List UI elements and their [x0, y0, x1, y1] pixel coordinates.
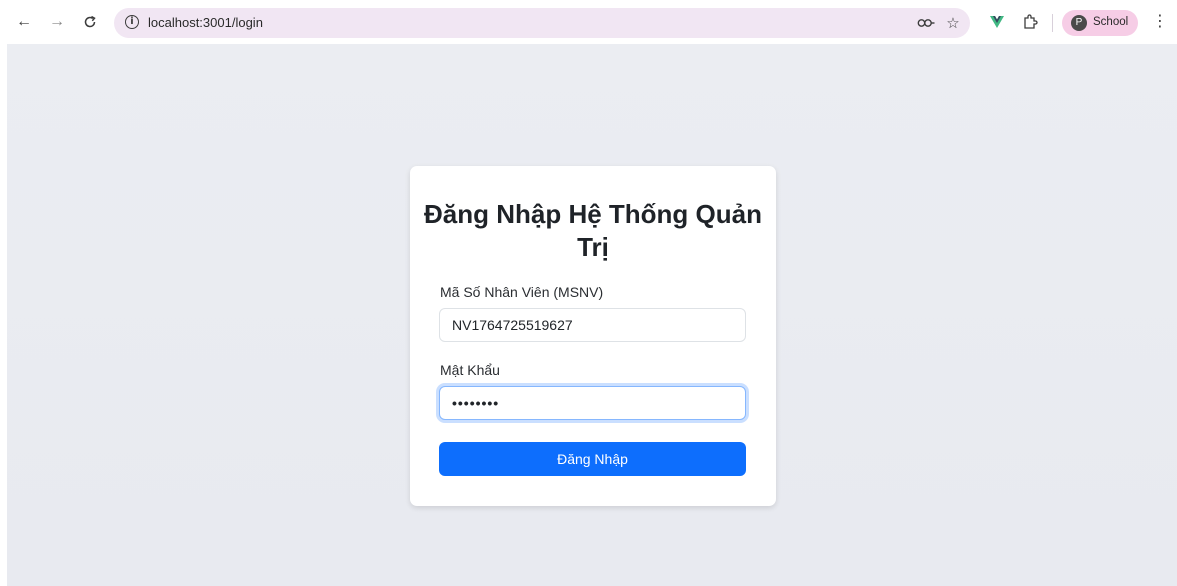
profile-button[interactable]: P School: [1062, 10, 1138, 36]
employee-id-label: Mã Số Nhân Viên (MSNV): [440, 284, 604, 300]
login-button[interactable]: Đăng Nhập: [439, 442, 746, 476]
browser-toolbar: ← → i localhost:3001/login ☆ P School ⋮: [0, 0, 1177, 44]
forward-arrow-icon[interactable]: →: [45, 10, 69, 34]
star-icon[interactable]: ☆: [943, 14, 963, 32]
page-viewport: Đăng Nhập Hệ Thống Quản Trị Mã Số Nhân V…: [7, 44, 1177, 586]
password-value: ••••••••: [452, 395, 500, 411]
employee-id-input[interactable]: NV1764725519627: [439, 308, 746, 342]
back-arrow-icon[interactable]: ←: [12, 10, 36, 34]
info-icon[interactable]: i: [125, 15, 139, 29]
url-text[interactable]: localhost:3001/login: [148, 15, 263, 30]
toolbar-divider: [1052, 14, 1053, 32]
vue-icon[interactable]: [986, 11, 1008, 33]
profile-name: School: [1093, 16, 1129, 28]
login-card: Đăng Nhập Hệ Thống Quản Trị Mã Số Nhân V…: [410, 166, 776, 506]
kebab-menu-icon[interactable]: ⋮: [1150, 11, 1170, 33]
reload-icon[interactable]: [78, 10, 102, 34]
address-bar[interactable]: i localhost:3001/login ☆: [114, 8, 970, 38]
password-label: Mật Khẩu: [440, 362, 500, 378]
page-title: Đăng Nhập Hệ Thống Quản Trị: [424, 199, 762, 262]
password-input[interactable]: ••••••••: [439, 386, 746, 420]
key-icon[interactable]: [916, 14, 936, 32]
avatar: P: [1071, 15, 1087, 31]
puzzle-icon[interactable]: [1019, 11, 1041, 33]
